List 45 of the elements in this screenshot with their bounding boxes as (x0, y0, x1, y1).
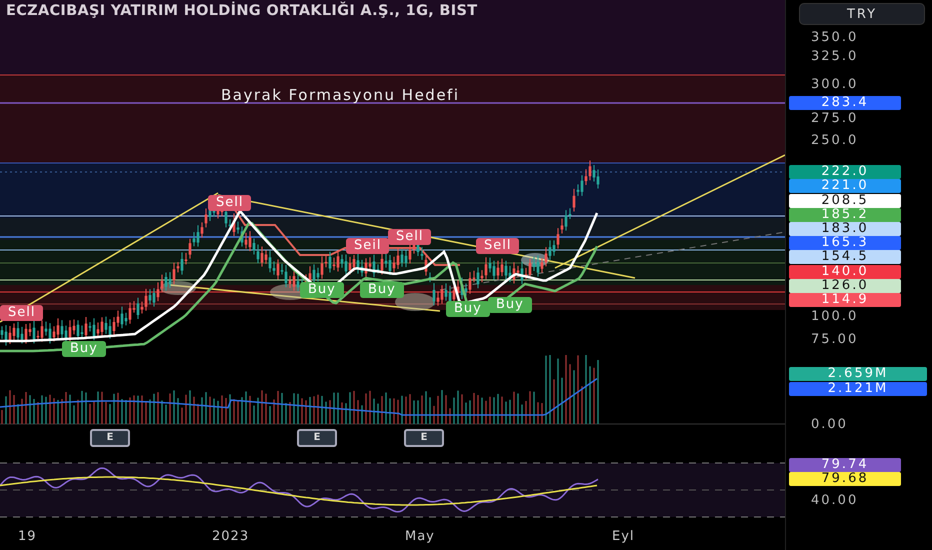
price-level-label: 165.3 (789, 236, 901, 250)
price-level-label: 185.2 (789, 208, 901, 222)
currency-button[interactable]: TRY (799, 3, 925, 25)
time-axis-label: 2023 (212, 529, 250, 544)
price-axis-label: 325.0 (811, 49, 858, 65)
buy-signal-label: Buy (62, 341, 106, 357)
price-level-label: 183.0 (789, 222, 901, 236)
earnings-marker[interactable]: E (404, 429, 444, 447)
price-level-label: 154.5 (789, 250, 901, 264)
rsi-axis-label: 40.00 (811, 493, 858, 509)
buy-signal-label: Buy (300, 282, 344, 298)
price-level-label: 222.0 (789, 165, 901, 179)
volume-axis-label: 75.00 (811, 332, 858, 348)
volume-value-label: 2.121M (789, 382, 927, 396)
price-level-label: 126.0 (789, 279, 901, 293)
earnings-marker[interactable]: E (90, 429, 130, 447)
buy-signal-label: Buy (446, 301, 490, 317)
price-level-label: 114.9 (789, 293, 901, 307)
price-axis-label: 350.0 (811, 30, 858, 46)
target-annotation: Bayrak Formasyonu Hedefi (221, 86, 460, 104)
earnings-marker[interactable]: E (297, 429, 337, 447)
buy-signal-label: Buy (488, 297, 532, 313)
price-axis-label: 275.0 (811, 111, 858, 127)
sell-signal-label: Sell (208, 195, 252, 211)
time-axis-label: 19 (18, 529, 37, 544)
chart-title: ECZACIBAŞI YATIRIM HOLDİNG ORTAKLIĞI A.Ş., 1G, BIST (6, 3, 478, 19)
sell-signal-label: Sell (388, 229, 432, 245)
price-axis-label: 300.0 (811, 77, 858, 93)
rsi-value-label: 79.68 (789, 472, 901, 486)
sell-signal-label: Seil (346, 238, 390, 254)
price-axis-label: 100.0 (811, 309, 858, 325)
time-axis-label: Eyl (612, 529, 635, 544)
time-axis-label: May (405, 529, 435, 544)
sell-signal-label: Sell (476, 238, 520, 254)
volume-value-label: 2.659M (789, 367, 927, 381)
volume-axis-label: 0.00 (811, 417, 848, 433)
price-level-label: 140.0 (789, 265, 901, 279)
price-level-label: 221.0 (789, 179, 901, 193)
buy-signal-label: Buy (360, 282, 404, 298)
rsi-value-label: 79.74 (789, 458, 901, 472)
price-axis-label: 250.0 (811, 133, 858, 149)
price-level-label: 283.4 (789, 96, 901, 110)
pivot-highlight (395, 293, 435, 311)
price-level-label: 208.5 (789, 194, 901, 208)
sell-signal-label: Sell (0, 305, 44, 321)
